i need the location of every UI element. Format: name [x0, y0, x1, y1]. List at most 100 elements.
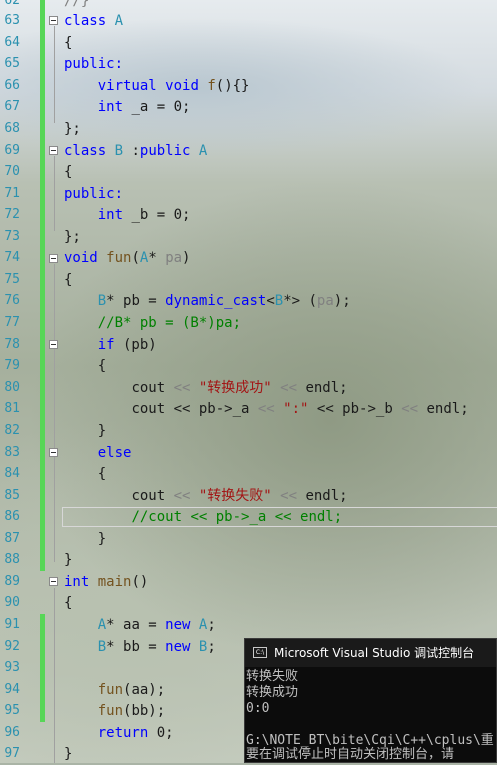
code-token: << pb-> [308, 401, 376, 417]
console-output-line: 要在调试停止时自动关闭控制台，请 [246, 747, 455, 762]
code-token: endl [305, 488, 340, 504]
code-line: B* pb = dynamic_cast<B*> (pa); [64, 290, 351, 312]
fold-outline-line [54, 264, 55, 562]
line-number: 86 [4, 509, 20, 524]
line-number: 97 [4, 746, 20, 761]
code-line: void fun(A* pa) [64, 247, 190, 269]
code-line: fun(aa); [64, 679, 165, 701]
code-line: { [64, 595, 73, 611]
code-token: _b [375, 401, 393, 417]
code-line: } [64, 552, 73, 568]
debug-console-window[interactable]: C:\ Microsoft Visual Studio 调试控制台 转换失败 转… [244, 638, 497, 763]
code-token: _a = 0; [123, 99, 191, 115]
line-number: 75 [4, 272, 20, 287]
code-token: void [165, 78, 199, 94]
code-token: public [139, 143, 191, 159]
code-token: ; [207, 639, 216, 655]
code-line: else [64, 442, 132, 464]
line-number: 91 [4, 617, 20, 632]
line-number: 80 [4, 380, 20, 395]
code-line: class B :public A [64, 140, 207, 162]
code-token: (bb); [123, 703, 166, 719]
code-line: public: [64, 56, 124, 72]
code-line: //B* pb = (B*)pa; [64, 312, 241, 334]
code-token: new [165, 617, 191, 633]
vs-console-icon: C:\ [253, 647, 267, 658]
code-token: int [64, 574, 90, 590]
code-token: A [114, 13, 124, 29]
line-number: 64 [4, 35, 20, 50]
code-token: B [274, 293, 284, 309]
code-token: virtual [97, 78, 157, 94]
code-token: B [97, 639, 107, 655]
code-token: dynamic_cast [165, 293, 267, 309]
code-token: ; [339, 380, 348, 396]
fold-toggle-icon[interactable] [49, 577, 58, 586]
code-token: ) [182, 250, 191, 266]
line-number: 72 [4, 207, 20, 222]
code-token: pa [316, 293, 334, 309]
line-number: 94 [4, 682, 20, 697]
line-number: 70 [4, 164, 20, 179]
fold-outline-line [54, 588, 55, 763]
line-number: 71 [4, 186, 20, 201]
code-line: cout << "转换失败" << endl; [64, 485, 348, 507]
code-token: cout [131, 401, 166, 417]
console-title-bar[interactable]: C:\ Microsoft Visual Studio 调试控制台 [245, 639, 496, 667]
code-token: fun [97, 703, 124, 719]
code-token: << [271, 488, 306, 504]
fold-toggle-icon[interactable] [49, 254, 58, 263]
code-line: fun(bb); [64, 700, 165, 722]
code-token: ; [339, 488, 348, 504]
console-output-line: 转换成功 [246, 685, 299, 700]
fold-toggle-icon[interactable] [49, 16, 58, 25]
code-line: { [64, 164, 73, 180]
code-token: * bb = [106, 639, 166, 655]
code-token: ":" [283, 401, 309, 417]
line-number: 88 [4, 552, 20, 567]
code-line: { [64, 355, 106, 377]
code-token: //B* pb = (B*)pa; [97, 315, 242, 331]
console-title: Microsoft Visual Studio 调试控制台 [274, 646, 475, 660]
fold-toggle-icon[interactable] [49, 448, 58, 457]
line-number: 84 [4, 466, 20, 481]
code-token: : [123, 143, 140, 159]
code-token: cout [131, 488, 166, 504]
line-number: 73 [4, 229, 20, 244]
code-token: << pb-> [165, 401, 233, 417]
fold-toggle-icon[interactable] [49, 146, 58, 155]
code-token: A [97, 617, 107, 633]
code-line: class A [64, 10, 123, 32]
code-token: _a [232, 401, 250, 417]
line-number: 82 [4, 423, 20, 438]
code-token: ); [333, 293, 351, 309]
code-token: fun [97, 682, 124, 698]
code-token: { [97, 466, 107, 482]
code-token: int [97, 99, 124, 115]
fold-outline-line [54, 156, 55, 231]
code-token: if [97, 337, 115, 353]
code-line: //cout << pb->_a << endl; [64, 506, 342, 528]
code-line: }; [64, 229, 81, 245]
line-number: 93 [4, 660, 20, 675]
code-token: (pb) [114, 337, 157, 353]
code-token: < [266, 293, 275, 309]
code-line: { [64, 463, 106, 485]
code-token: } [97, 423, 107, 439]
line-number: 67 [4, 99, 20, 114]
code-token: fun [106, 250, 132, 266]
line-number: 81 [4, 401, 20, 416]
code-line: return 0; [64, 722, 174, 744]
code-line: cout << "转换成功" << endl; [64, 377, 348, 399]
fold-outline-line [54, 26, 55, 123]
code-token: << [392, 401, 427, 417]
code-line: int main() [64, 571, 148, 593]
line-number: 79 [4, 358, 20, 373]
fold-toggle-icon[interactable] [49, 340, 58, 349]
change-indicator-bar [40, 0, 45, 571]
code-line: { [64, 35, 73, 51]
code-token: class [64, 13, 107, 29]
code-token: "转换失败" [198, 488, 272, 504]
